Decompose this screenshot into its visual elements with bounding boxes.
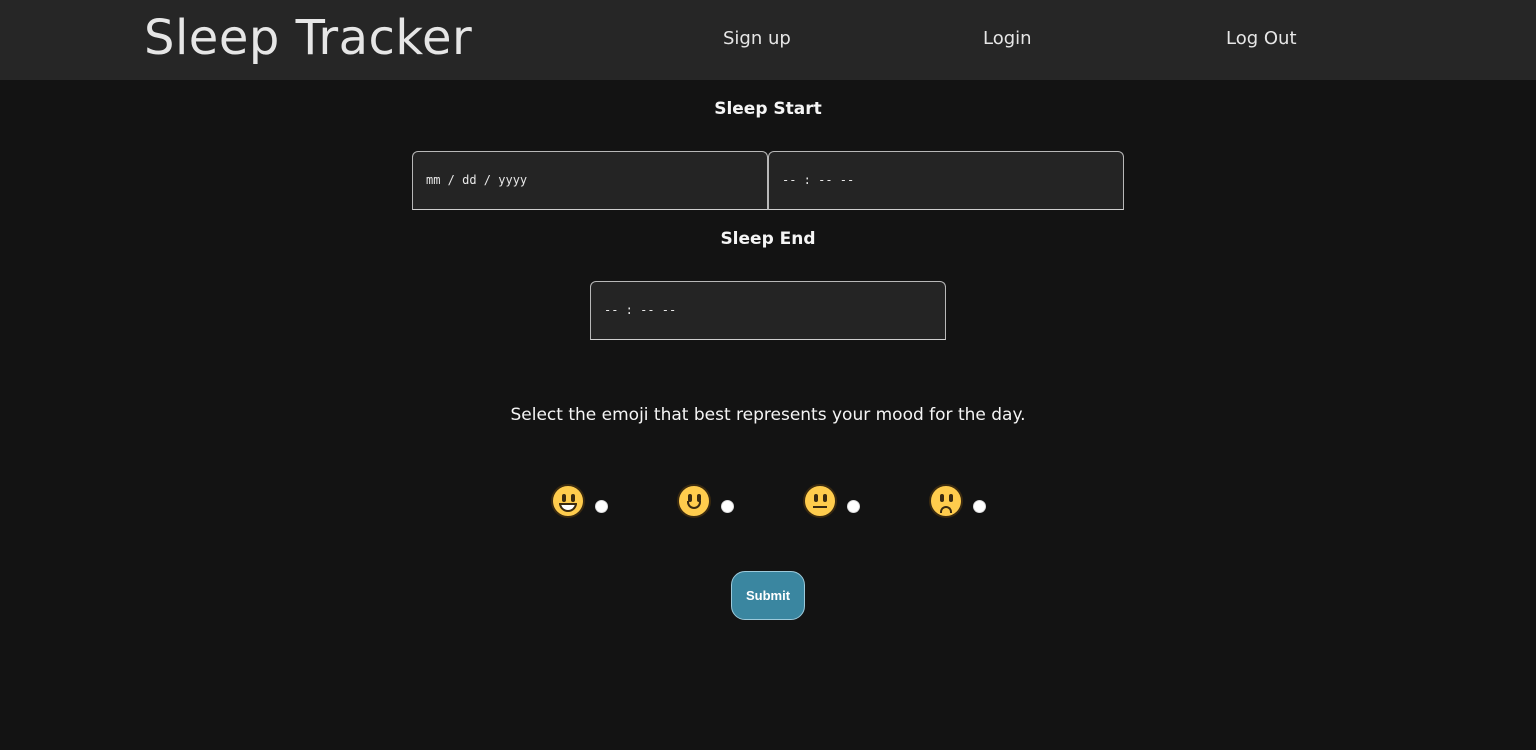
sleep-start-time-input[interactable]: -- : -- -- (768, 151, 1124, 210)
slightly-frowning-face-icon (929, 484, 963, 518)
date-placeholder: mm / dd / yyyy (426, 173, 528, 187)
mood-radio-smiling[interactable] (721, 500, 734, 513)
nav-login-link[interactable]: Login (983, 27, 1032, 51)
sleep-start-date-input[interactable]: mm / dd / yyyy (412, 151, 768, 210)
submit-button[interactable]: Submit (731, 571, 805, 620)
sleep-start-heading: Sleep Start (714, 99, 822, 119)
navbar: Sleep Tracker Sign up Login Log Out (0, 0, 1536, 80)
brand-title[interactable]: Sleep Tracker (144, 6, 472, 70)
nav-logout-link[interactable]: Log Out (1226, 27, 1297, 51)
sleep-end-heading: Sleep End (720, 229, 816, 249)
mood-radio-frowning[interactable] (973, 500, 986, 513)
mood-prompt: Select the emoji that best represents yo… (510, 405, 1026, 425)
slightly-smiling-face-icon (677, 484, 711, 518)
end-time-placeholder: -- : -- -- (604, 303, 677, 317)
mood-radio-neutral[interactable] (847, 500, 860, 513)
time-placeholder: -- : -- -- (782, 173, 855, 187)
grinning-face-icon (551, 484, 585, 518)
mood-radio-grinning[interactable] (595, 500, 608, 513)
sleep-end-time-input[interactable]: -- : -- -- (590, 281, 946, 340)
neutral-face-icon (803, 484, 837, 518)
nav-signup-link[interactable]: Sign up (723, 27, 791, 51)
